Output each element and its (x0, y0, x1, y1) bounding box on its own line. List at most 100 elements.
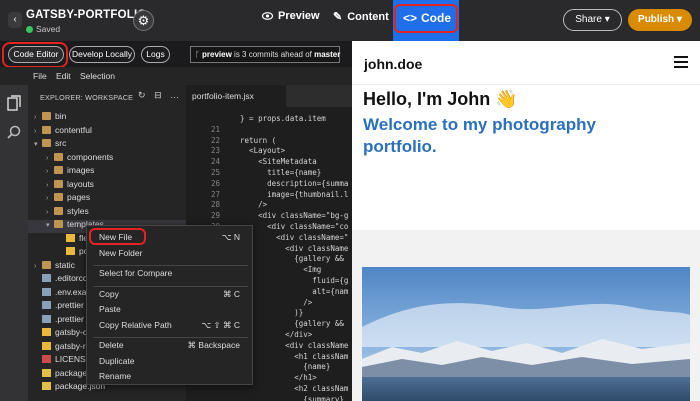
save-status-label: Saved (36, 24, 61, 34)
context-menu-item[interactable]: Rename (99, 371, 131, 381)
tree-item[interactable]: gatsby-c (34, 327, 87, 337)
files-icon[interactable] (7, 95, 21, 114)
chevron-right-icon: › (46, 195, 49, 202)
folder-icon (42, 139, 51, 147)
tree-item-label: gatsby-r (55, 340, 86, 351)
chevron-down-icon: ▾ (46, 222, 50, 229)
shortcut-label: ⌘ Backspace (187, 340, 240, 350)
gear-icon[interactable]: ⚙ (133, 10, 154, 31)
context-menu-item[interactable]: Delete (99, 340, 124, 350)
tree-item[interactable]: .prettier (34, 314, 84, 324)
folder-icon (54, 193, 63, 201)
develop-locally-button[interactable]: Develop Locally (69, 46, 135, 63)
context-menu-item[interactable]: Select for Compare (99, 268, 172, 278)
context-menu-item[interactable]: Copy (99, 289, 119, 299)
folder-icon (54, 152, 63, 161)
folder-icon (42, 112, 51, 120)
tree-item[interactable]: .editorco (34, 273, 88, 283)
tree-item[interactable]: package (34, 368, 87, 378)
site-preview: john.doe Hello, I'm John 👋 Welcome to my… (352, 41, 700, 401)
file-icon (42, 341, 51, 350)
line-number: 21 (210, 124, 220, 134)
tree-item[interactable]: › styles (46, 206, 89, 216)
tree-item[interactable]: › contentful (34, 125, 92, 135)
collapse-icon[interactable]: ⊟ (154, 90, 162, 100)
tab-preview-label: Preview (278, 10, 320, 22)
tree-item-label: .prettier (55, 300, 84, 310)
line-number: 25 (210, 168, 220, 177)
code-line: {summary} (231, 394, 344, 401)
tree-item[interactable]: › images (46, 165, 94, 175)
tree-item-label: gatsby-c (55, 327, 88, 337)
context-menu-item[interactable]: Paste (99, 304, 121, 314)
tree-item-label: bin (55, 111, 67, 121)
back-icon[interactable]: ‹ (8, 12, 22, 28)
file-icon (66, 233, 75, 242)
chevron-down-icon: ▾ (34, 141, 38, 148)
tree-item[interactable]: › components (46, 152, 113, 162)
project-title: GATSBY-PORTFOLIO (26, 9, 147, 21)
tree-item-label: src (55, 138, 67, 148)
tab-content[interactable]: ✎ Content (333, 10, 389, 23)
file-icon (42, 314, 51, 323)
branch-icon: ᚴ (195, 50, 203, 59)
search-icon[interactable] (7, 125, 21, 142)
code-line: } = props.data.item (231, 114, 326, 123)
context-menu-item[interactable]: Duplicate (99, 356, 134, 366)
tree-item[interactable]: .env.exa (34, 287, 87, 297)
chevron-right-icon: › (46, 208, 49, 216)
branch-name: preview (202, 50, 232, 59)
more-icon[interactable]: … (170, 90, 179, 100)
menu-edit[interactable]: Edit (56, 71, 71, 81)
tab-preview[interactable]: Preview (261, 10, 320, 22)
tree-item[interactable]: › layouts (46, 179, 94, 189)
branch-status[interactable]: ᚴ preview is 3 commits ahead of master (190, 46, 340, 63)
tree-item[interactable]: › bin (34, 111, 66, 121)
new-file-highlight (89, 228, 146, 245)
code-line: <h2 classNam (231, 384, 349, 393)
line-number: 28 (210, 200, 220, 210)
chevron-right-icon: › (46, 154, 49, 162)
tree-item-label: components (67, 151, 114, 162)
tree-item-label: images (67, 165, 95, 175)
line-number: 27 (210, 189, 220, 199)
eye-icon (261, 10, 274, 22)
code-line: /> (231, 200, 268, 210)
tree-item[interactable]: › static (34, 260, 75, 270)
top-bar: ‹ GATSBY-PORTFOLIO Saved ⚙ Preview ✎ Cont… (0, 0, 700, 41)
publish-button[interactable]: Publish ▾ (628, 9, 692, 31)
tree-item[interactable]: .prettier (34, 300, 84, 310)
tree-item[interactable]: ▾ src (34, 138, 66, 148)
tab-code[interactable]: <> Code (393, 0, 459, 41)
code-line: return ( (231, 135, 277, 145)
chevron-right-icon: › (46, 168, 49, 175)
code-line: <Layout> (231, 146, 286, 156)
line-number: 24 (210, 157, 220, 167)
context-menu-item[interactable]: New Folder (99, 248, 142, 258)
menu-selection[interactable]: Selection (80, 71, 115, 81)
hamburger-icon[interactable] (674, 56, 688, 68)
pencil-icon: ✎ (333, 11, 343, 23)
editor-tab[interactable]: portfolio-item.jsx (186, 85, 286, 107)
editor-toolbar: Code Editor Develop Locally Logs ᚴ previ… (0, 41, 352, 68)
save-status: Saved (26, 24, 60, 34)
file-icon (42, 368, 51, 377)
file-icon (42, 301, 51, 309)
hero-subheading: Welcome to my photography portfolio. (363, 115, 596, 156)
tree-item-label: .env.exa (55, 286, 87, 297)
tree-item[interactable]: LICENSE (34, 354, 91, 364)
code-line: image={thumbnail.l (231, 189, 349, 199)
context-menu-item[interactable]: Copy Relative Path (99, 320, 172, 330)
line-number: 23 (210, 146, 220, 156)
tree-item[interactable]: gatsby-r (34, 341, 86, 351)
folder-icon (54, 206, 63, 215)
logs-button[interactable]: Logs (141, 46, 170, 63)
site-logo[interactable]: john.doe (364, 56, 422, 72)
tree-item-label: layouts (67, 178, 94, 189)
tree-item-label: styles (67, 205, 89, 216)
share-button[interactable]: Share ▾ (563, 9, 622, 31)
line-number: 26 (210, 178, 220, 188)
refresh-icon[interactable]: ↻ (138, 90, 146, 100)
tree-item[interactable]: › pages (46, 192, 90, 202)
menu-file[interactable]: File (33, 71, 47, 81)
